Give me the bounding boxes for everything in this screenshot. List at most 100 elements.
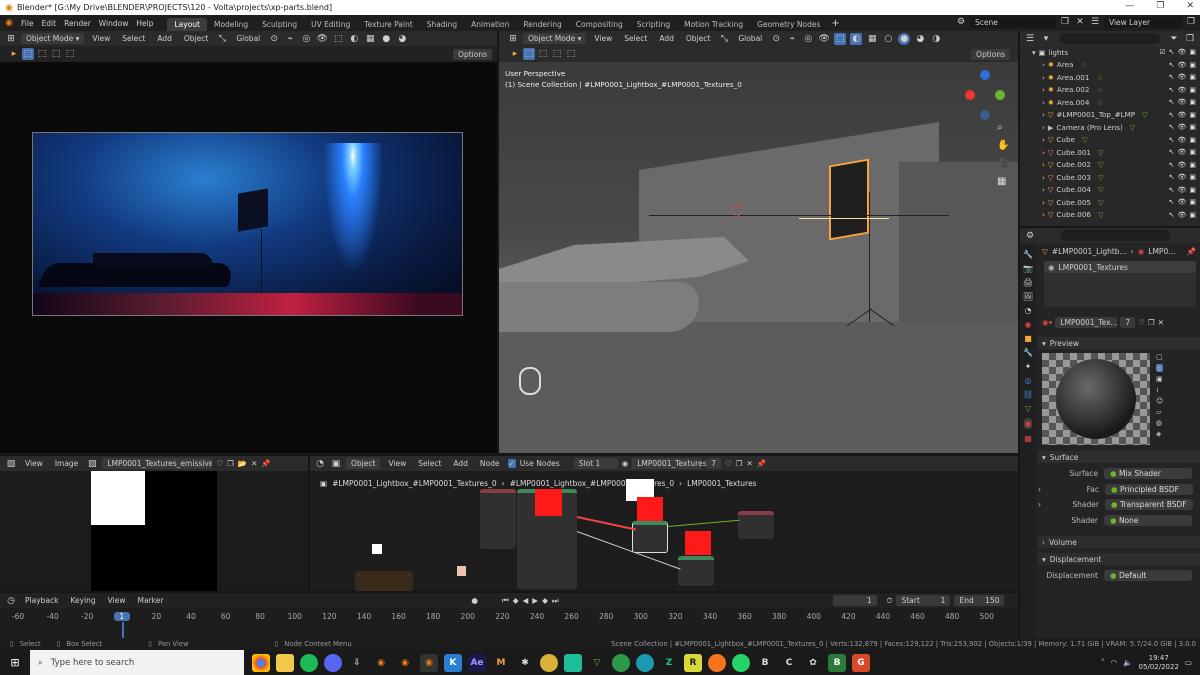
app-c-icon[interactable]: C [780,654,798,672]
image-texture-node[interactable] [480,489,516,549]
taskbar-search-box[interactable]: ⌕ Type here to search [30,650,244,675]
select-subtract-icon[interactable]: ⬚ [551,48,563,60]
select-toggle-icon[interactable]: ↖ [1169,73,1175,81]
gizmo-neg-axis[interactable] [980,110,990,120]
physics-tab-icon[interactable]: ◎ [1025,376,1032,385]
material-tab-icon[interactable]: ◉ [1023,418,1033,429]
pan-hand-icon[interactable]: ✋ [997,140,1009,151]
close-button[interactable]: ✕ [1186,1,1194,11]
outliner-item[interactable]: › ▽ Cube ▽ ↖ 👁 ▣ [1020,134,1200,147]
visibility-icon[interactable]: 👁 [818,33,830,45]
select-extend-icon[interactable]: ⬚ [36,48,48,60]
gizmo-icon[interactable]: ⬚ [834,32,847,45]
expand-arrow-icon[interactable]: › [1042,60,1045,69]
hide-toggle-icon[interactable]: 👁 [1177,161,1186,169]
volume-header[interactable]: › Volume [1038,536,1200,548]
expand-arrow-icon[interactable]: › [1042,123,1045,132]
properties-search-input[interactable] [1060,230,1170,241]
app-green2-icon[interactable] [612,653,630,672]
expand-arrow-icon[interactable]: › [1042,185,1045,194]
editor-type-icon[interactable]: ⊞ [5,33,17,45]
tab-uv-editing[interactable]: UV Editing [304,18,357,31]
select-toggle-icon[interactable]: ↖ [1169,173,1175,181]
checkbox-icon[interactable]: ☑ [1159,48,1165,56]
download-icon[interactable]: ⇩ [348,654,366,672]
selected-softbox[interactable] [829,158,869,241]
select-toggle-icon[interactable]: ↖ [1169,86,1175,94]
pivot-icon[interactable]: ⊙ [770,33,782,45]
preview-fluid-icon[interactable]: ◍ [1156,419,1163,427]
render-toggle-icon[interactable]: ▣ [1189,98,1196,106]
node-material-users[interactable]: 7 [706,458,722,469]
davinci-icon[interactable]: ✱ [516,654,534,672]
object-tab-icon[interactable]: ■ [1024,334,1032,343]
tab-animation[interactable]: Animation [464,18,516,31]
jump-start-icon[interactable]: ⏮ [502,596,509,606]
render-toggle-icon[interactable]: ▣ [1189,123,1196,131]
preview-sphere-icon[interactable]: ◎ [1156,364,1164,372]
render-toggle-icon[interactable]: ▣ [1189,186,1196,194]
outliner-root-row[interactable]: ▾ ▣ lights ☑ ↖ 👁 ▣ [1020,46,1200,59]
render-toggle-icon[interactable]: ▣ [1189,148,1196,156]
image-menu-image[interactable]: Image [51,458,83,469]
select-toggle-icon[interactable]: ↖ [1169,98,1175,106]
expand-arrow-icon[interactable]: › [1042,135,1045,144]
expand-arrow-icon[interactable]: › [1042,85,1045,94]
chrome-icon[interactable] [252,653,270,672]
select-toggle-icon[interactable]: ↖ [1169,48,1175,56]
frame-node[interactable] [355,571,413,591]
display-mode-icon[interactable]: ▾ [1040,33,1052,45]
select-toggle-icon[interactable]: ↖ [1169,111,1175,119]
remove-scene-icon[interactable]: ✕ [1074,16,1086,28]
filter-icon[interactable]: ⏷ [1168,33,1180,45]
surface-property-field[interactable]: ● Principled BSDF [1105,483,1193,495]
zoom-icon[interactable]: ⌕ [997,122,1009,133]
node-menu-node[interactable]: Node [476,458,504,469]
outliner-item[interactable]: › ✹ Area.004 ♘ ↖ 👁 ▣ [1020,96,1200,109]
notification-icon[interactable]: ▭ [1185,658,1192,667]
fake-user-icon[interactable]: ♡ [216,459,223,468]
menu-window[interactable]: Window [95,18,133,29]
render-toggle-icon[interactable]: ▣ [1189,73,1196,81]
hide-toggle-icon[interactable]: 👁 [1177,211,1186,219]
tab-geometry-nodes[interactable]: Geometry Nodes [750,18,827,31]
expand-arrow-icon[interactable]: › [1042,210,1045,219]
expand-arrow-icon[interactable]: › [1042,198,1045,207]
preview-monkey-icon[interactable]: ☺ [1156,397,1163,405]
spotify-icon[interactable] [300,653,318,672]
app-shield-icon[interactable]: B [828,653,846,672]
left-viewport[interactable] [0,62,497,453]
start-frame-field[interactable]: Start 1 [896,595,951,606]
editor-type-icon[interactable]: ▧ [5,458,17,470]
material-shading-icon[interactable]: ◕ [396,33,408,45]
render-toggle-icon[interactable]: ▣ [1189,86,1196,94]
proportional-edit-icon[interactable]: ◎ [802,33,814,45]
hide-toggle-icon[interactable]: 👁 [1177,148,1186,156]
app-r-icon[interactable]: R [684,653,702,672]
tab-compositing[interactable]: Compositing [569,18,630,31]
preview-world-icon[interactable]: ◈ [1156,430,1163,438]
image-name-field[interactable]: LMP0001_Textures_emissive.png [102,458,213,469]
node-menu-add[interactable]: Add [449,458,472,469]
hide-toggle-icon[interactable]: 👁 [1177,61,1186,69]
duplicate-icon[interactable]: ❐ [1148,318,1155,327]
displacement-field[interactable]: ● Default [1104,570,1192,581]
app-g-icon[interactable]: G [852,653,870,672]
node-menu-select[interactable]: Select [414,458,445,469]
node-object-selector[interactable]: Object [346,458,381,469]
menu-file[interactable]: File [17,18,38,29]
auto-key-icon[interactable]: ● [471,596,478,605]
outliner-item[interactable]: › ▽ Cube.001 ▽ ↖ 👁 ▣ [1020,146,1200,159]
hide-toggle-icon[interactable]: 👁 [1177,136,1186,144]
tab-sculpting[interactable]: Sculpting [255,18,304,31]
app-k-icon[interactable]: K [444,653,462,672]
gizmo-x-axis[interactable] [965,90,975,100]
hide-toggle-icon[interactable]: 👁 [1177,48,1186,56]
hide-toggle-icon[interactable]: 👁 [1177,73,1186,81]
mix-shader-node[interactable] [632,521,668,553]
snap-icon[interactable]: ⌁ [284,33,296,45]
select-box-icon[interactable]: ⬚ [523,48,535,60]
outliner-item[interactable]: › ▽ Cube.004 ▽ ↖ 👁 ▣ [1020,184,1200,197]
hide-toggle-icon[interactable]: 👁 [1177,98,1186,106]
blender-icon[interactable]: ◉ [372,654,390,672]
